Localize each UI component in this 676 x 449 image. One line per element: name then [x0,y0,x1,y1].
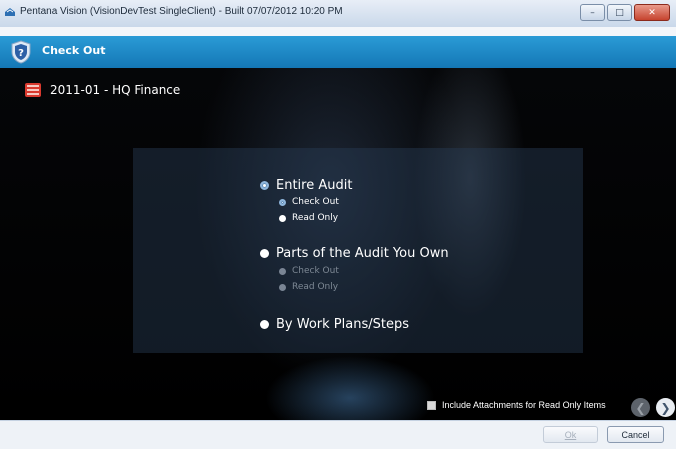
check-out-stage: 2011-01 - HQ Finance Entire Audit Check … [0,68,676,420]
audit-label: 2011-01 - HQ Finance [24,82,180,98]
arrow-left-icon: ❮ [635,400,646,415]
dialog-title: Check Out [42,44,106,57]
window-title: Pentana Vision (VisionDevTest SingleClie… [20,6,343,17]
entire-audit-check-out-radio[interactable] [279,198,286,206]
minimize-button[interactable]: – [580,4,605,21]
work-plans-label: By Work Plans/Steps [276,317,409,332]
help-shield-icon[interactable]: ? [10,40,32,64]
include-attachments-label: Include Attachments for Read Only Items [442,400,606,410]
ok-button[interactable]: Ok [543,426,598,443]
close-icon: ✕ [648,7,656,18]
title-gap [0,27,676,36]
parts-owned-read-only-label: Read Only [292,282,339,292]
parts-owned-check-out-radio [279,267,286,275]
window-controls: – □ ✕ [578,4,670,22]
title-bar: Pentana Vision (VisionDevTest SingleClie… [0,0,676,28]
maximize-button[interactable]: □ [607,4,632,21]
cancel-button[interactable]: Cancel [607,426,664,443]
minimize-icon: – [590,7,595,18]
entire-audit-label: Entire Audit [276,178,353,193]
application-window: Pentana Vision (VisionDevTest SingleClie… [0,0,676,449]
parts-owned-radio[interactable] [260,249,269,258]
app-icon [5,8,15,16]
audit-book-icon [25,83,41,97]
entire-audit-option[interactable]: Entire Audit [260,178,352,193]
parts-owned-read-only-radio [279,283,286,291]
include-attachments-option[interactable]: Include Attachments for Read Only Items [427,400,606,410]
parts-owned-check-out-label: Check Out [292,266,339,276]
entire-audit-read-only-label: Read Only [292,213,339,223]
parts-owned-option[interactable]: Parts of the Audit You Own [260,246,449,261]
entire-audit-check-out-label: Check Out [292,197,339,207]
work-plans-option[interactable]: By Work Plans/Steps [260,317,409,332]
work-plans-radio[interactable] [260,320,269,329]
entire-audit-check-out-option[interactable]: Check Out [279,197,339,207]
parts-owned-read-only-option: Read Only [279,282,338,292]
cancel-button-label: Cancel [621,429,650,440]
parts-owned-check-out-option: Check Out [279,266,339,276]
entire-audit-radio[interactable] [260,181,269,190]
dialog-header: ? Check Out [0,36,676,68]
maximize-icon: □ [615,7,624,18]
back-button[interactable]: ❮ [631,398,650,417]
close-button[interactable]: ✕ [634,4,670,21]
arrow-right-icon: ❯ [660,400,671,415]
parts-owned-label: Parts of the Audit You Own [276,246,449,261]
include-attachments-checkbox[interactable] [427,400,436,410]
entire-audit-read-only-option[interactable]: Read Only [279,213,338,223]
audit-name: 2011-01 - HQ Finance [50,83,181,97]
next-button[interactable]: ❯ [656,398,675,417]
svg-text:?: ? [18,48,24,59]
entire-audit-read-only-radio[interactable] [279,214,286,222]
ok-button-label: Ok [564,429,577,440]
